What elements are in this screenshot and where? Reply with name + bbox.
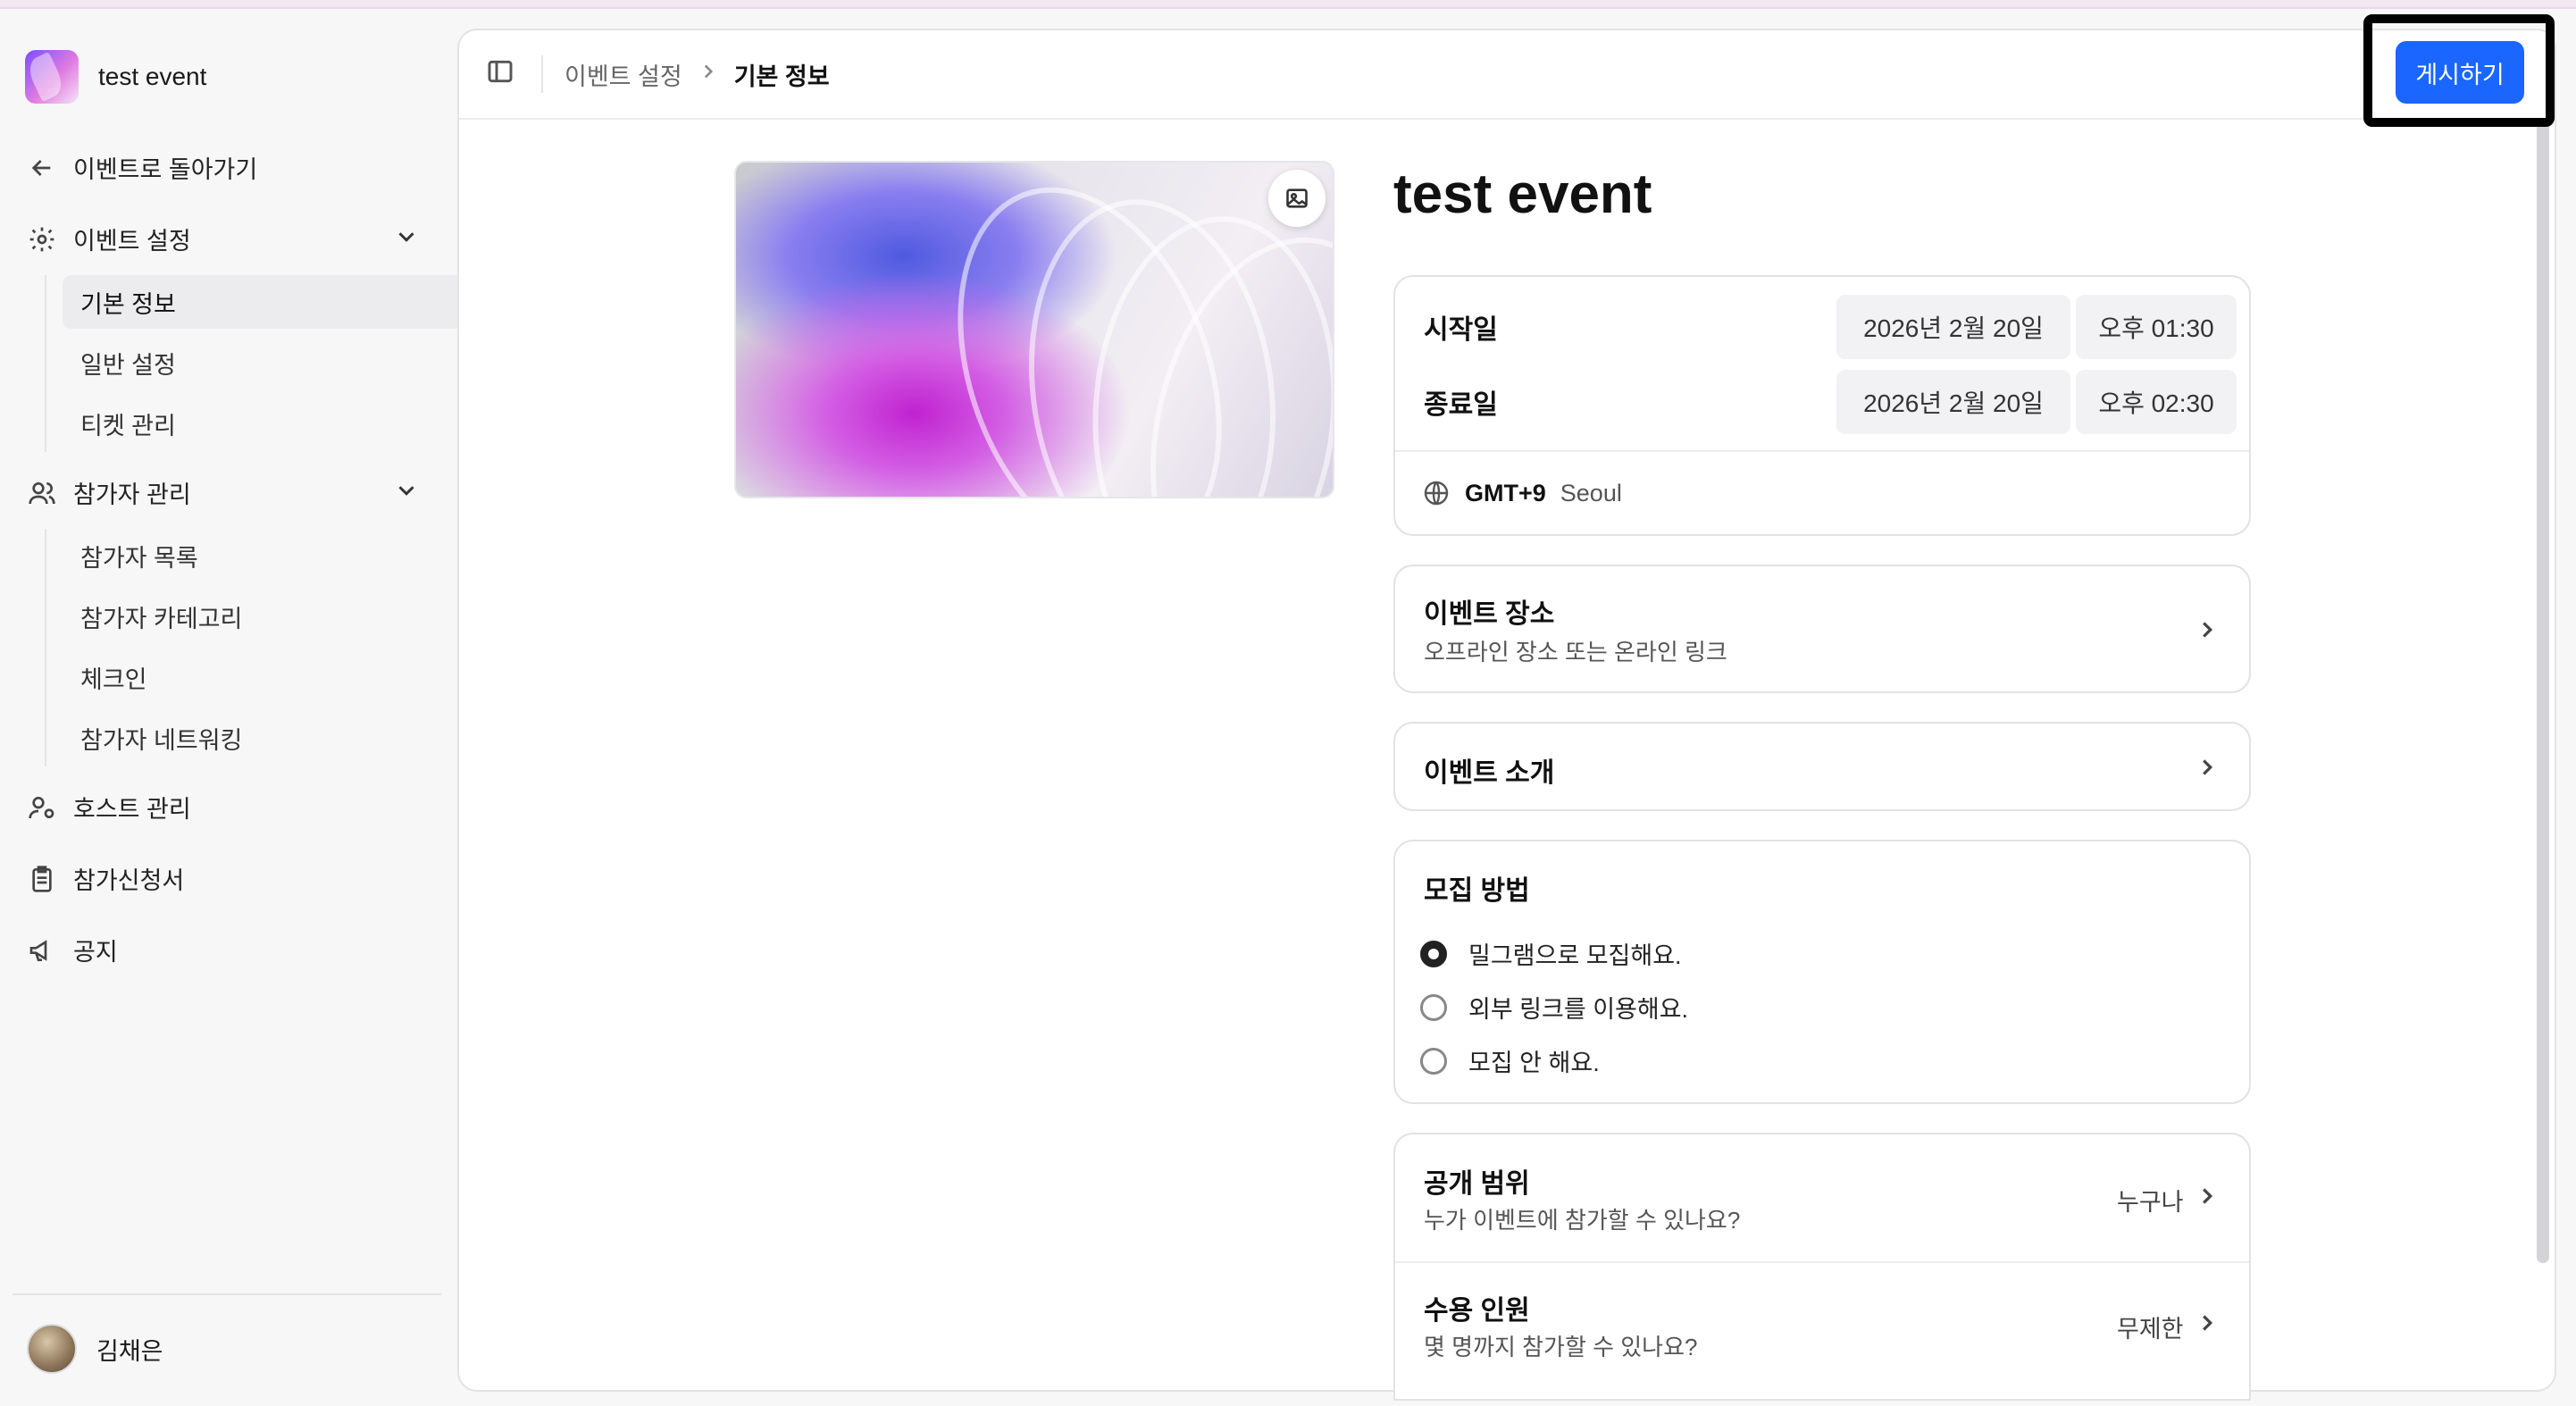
chevron-right-icon [2194,1183,2222,1211]
publish-button[interactable]: 게시하기 [2396,41,2524,104]
recruit-option-external-link[interactable]: 외부 링크를 이용해요. [1420,990,1688,1025]
capacity-row[interactable]: 수용 인원 몇 명까지 참가할 수 있나요? 무제한 [1395,1263,2249,1390]
end-date-label: 종료일 [1424,390,1498,420]
header-separator [541,55,543,93]
sidebar-toggle-icon[interactable] [486,57,518,89]
sidebar-item-general-settings[interactable]: 일반 설정 [63,336,488,389]
recruit-option-label: 외부 링크를 이용해요. [1468,996,1689,1023]
scrollbar[interactable] [2537,120,2549,1263]
page-header: 이벤트 설정 기본 정보 [459,30,2555,120]
user-profile[interactable]: 김채은 [27,1324,163,1374]
start-time-field[interactable]: 오후 01:30 [2076,295,2237,359]
breadcrumb-current: 기본 정보 [733,63,830,90]
sidebar-item-networking[interactable]: 참가자 네트워킹 [63,711,488,765]
location-card[interactable]: 이벤트 장소 오프라인 장소 또는 온라인 링크 [1393,565,2251,693]
participants-label: 참가자 관리 [73,481,191,508]
visibility-sub: 누가 이벤트에 참가할 수 있나요? [1424,1207,1741,1234]
timezone-selector[interactable]: GMT+9 Seoul [1422,479,1622,507]
chevron-right-icon [2194,616,2222,645]
participants-subtree: 참가자 목록 참가자 카테고리 체크인 참가자 네트워킹 [45,529,242,766]
cover-image [734,161,1334,498]
sidebar-item-application-form[interactable]: 참가신청서 [27,861,184,896]
event-title: test event [1393,163,1652,225]
recruit-option-none[interactable]: 모집 안 해요. [1420,1043,1600,1078]
sidebar-item-participant-list[interactable]: 참가자 목록 [63,529,488,582]
breadcrumb-parent[interactable]: 이벤트 설정 [565,57,682,92]
sidebar-divider [13,1293,441,1295]
radio-unchecked[interactable] [1420,993,1447,1021]
users-icon [27,478,57,508]
user-name: 김채은 [96,1337,163,1365]
arrow-left-icon [27,153,57,183]
megaphone-icon [27,935,57,966]
capacity-label: 수용 인원 [1424,1296,1530,1326]
clipboard-icon [27,864,57,894]
end-date-field[interactable]: 2026년 2월 20일 [1836,370,2070,434]
capacity-value: 무제한 [2117,1316,2184,1343]
radio-checked[interactable] [1420,940,1447,967]
sidebar-section-event-settings[interactable]: 이벤트 설정 [27,222,191,256]
gear-icon [27,224,57,255]
event-name: test event [98,63,207,90]
date-divider [1395,450,2249,452]
timezone-offset: GMT+9 [1465,479,1546,506]
start-date-field[interactable]: 2026년 2월 20일 [1836,295,2070,359]
notice-label: 공지 [73,939,118,966]
visibility-value: 누구나 [2117,1189,2184,1216]
image-icon [1286,188,1308,208]
avatar [27,1324,77,1374]
sidebar-item-basic-info[interactable]: 기본 정보 [63,275,488,329]
intro-label: 이벤트 소개 [1424,758,1555,788]
start-date-label: 시작일 [1424,315,1498,345]
chevron-down-icon[interactable] [393,223,423,254]
sidebar-item-ticket-management[interactable]: 티켓 관리 [63,397,488,450]
date-time-card: 시작일 2026년 2월 20일 오후 01:30 종료일 2026년 2월 2… [1393,275,2251,536]
sidebar-item-participant-category[interactable]: 참가자 카테고리 [63,590,488,643]
sidebar: test event 이벤트로 돌아가기 이벤트 설정 기본 정보 일반 설정 … [0,7,488,1406]
event-logo [25,50,79,104]
end-time-field[interactable]: 오후 02:30 [2076,370,2237,434]
sidebar-item-checkin[interactable]: 체크인 [63,650,488,704]
application-form-label: 참가신청서 [73,867,185,894]
chevron-right-icon [2194,1310,2222,1338]
recruit-option-label: 모집 안 해요. [1468,1050,1600,1076]
recruit-method-card: 모집 방법 밀그램으로 모집해요. 외부 링크를 이용해요. 모집 안 해요. [1393,840,2251,1104]
back-to-event-link[interactable]: 이벤트로 돌아가기 [27,150,257,185]
recruit-option-milgram[interactable]: 밀그램으로 모집해요. [1420,936,1682,971]
event-brand[interactable]: test event [25,50,206,104]
recruit-label: 모집 방법 [1424,876,1530,906]
capacity-sub: 몇 명까지 참가할 수 있나요? [1424,1334,1698,1360]
sidebar-item-host-management[interactable]: 호스트 관리 [27,790,191,824]
intro-card[interactable]: 이벤트 소개 [1393,722,2251,811]
user-gear-icon [27,792,57,823]
radio-unchecked[interactable] [1420,1047,1447,1075]
globe-icon [1424,481,1449,506]
chevron-down-icon[interactable] [393,477,423,507]
breadcrumb: 이벤트 설정 기본 정보 [565,57,830,92]
visibility-row[interactable]: 공개 범위 누가 이벤트에 참가할 수 있나요? 누구나 [1395,1134,2249,1261]
event-settings-subtree: 기본 정보 일반 설정 티켓 관리 [45,275,488,452]
visibility-label: 공개 범위 [1424,1169,1530,1199]
host-management-label: 호스트 관리 [73,796,191,823]
location-sub: 오프라인 장소 또는 온라인 링크 [1424,639,1727,665]
back-to-event-label: 이벤트로 돌아가기 [73,156,258,183]
visibility-capacity-card: 공개 범위 누가 이벤트에 참가할 수 있나요? 누구나 수용 인원 몇 명까지… [1393,1133,2251,1401]
timezone-city: Seoul [1560,479,1622,506]
location-label: 이벤트 장소 [1424,599,1555,629]
sidebar-section-participants[interactable]: 참가자 관리 [27,475,191,510]
recruit-option-label: 밀그램으로 모집해요. [1468,942,1682,969]
chevron-right-icon [697,60,720,89]
chevron-right-icon [2194,754,2222,783]
sidebar-item-notice[interactable]: 공지 [27,933,118,967]
event-settings-label: 이벤트 설정 [73,228,191,255]
change-cover-button[interactable] [1268,170,1326,227]
